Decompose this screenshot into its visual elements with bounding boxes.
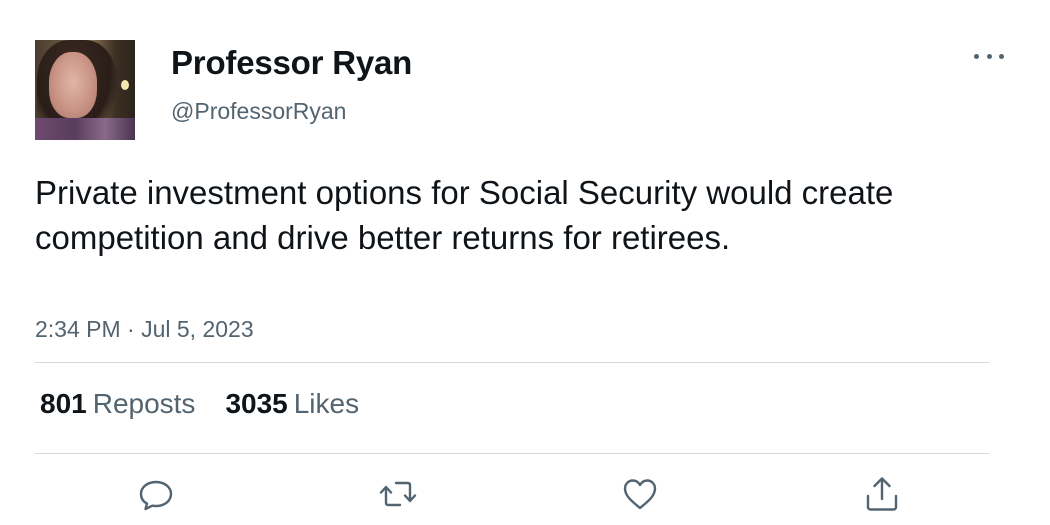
share-button[interactable] xyxy=(862,474,902,514)
display-name[interactable]: Professor Ryan xyxy=(171,44,412,82)
avatar-light xyxy=(121,80,129,90)
avatar-shirt xyxy=(35,118,135,140)
repost-button[interactable] xyxy=(378,474,418,514)
more-dot xyxy=(999,53,1004,59)
divider xyxy=(35,453,989,454)
more-dot xyxy=(986,53,992,59)
avatar[interactable] xyxy=(35,40,135,140)
more-horizontal-icon xyxy=(974,53,979,59)
user-handle[interactable]: @ProfessorRyan xyxy=(171,98,346,125)
like-button[interactable] xyxy=(620,474,660,514)
heart-icon xyxy=(623,479,657,510)
reposts-label: Reposts xyxy=(92,388,196,419)
repost-icon xyxy=(379,481,417,507)
tweet-text: Private investment options for Social Se… xyxy=(35,174,894,256)
reply-icon xyxy=(139,480,173,511)
reply-button[interactable] xyxy=(136,474,176,514)
engagement-stats: 801 Reposts 3035 Likes xyxy=(40,388,389,420)
reposts-count: 801 xyxy=(40,388,87,419)
likes-stat[interactable]: 3035 Likes xyxy=(225,388,359,420)
share-icon xyxy=(866,477,898,511)
avatar-face xyxy=(49,52,97,118)
divider xyxy=(35,362,989,363)
likes-label: Likes xyxy=(293,388,360,419)
more-options-button[interactable] xyxy=(974,46,1004,66)
tweet-timestamp[interactable]: 2:34 PM · Jul 5, 2023 xyxy=(35,316,254,343)
reposts-stat[interactable]: 801 Reposts xyxy=(40,388,195,420)
likes-count: 3035 xyxy=(225,388,288,419)
